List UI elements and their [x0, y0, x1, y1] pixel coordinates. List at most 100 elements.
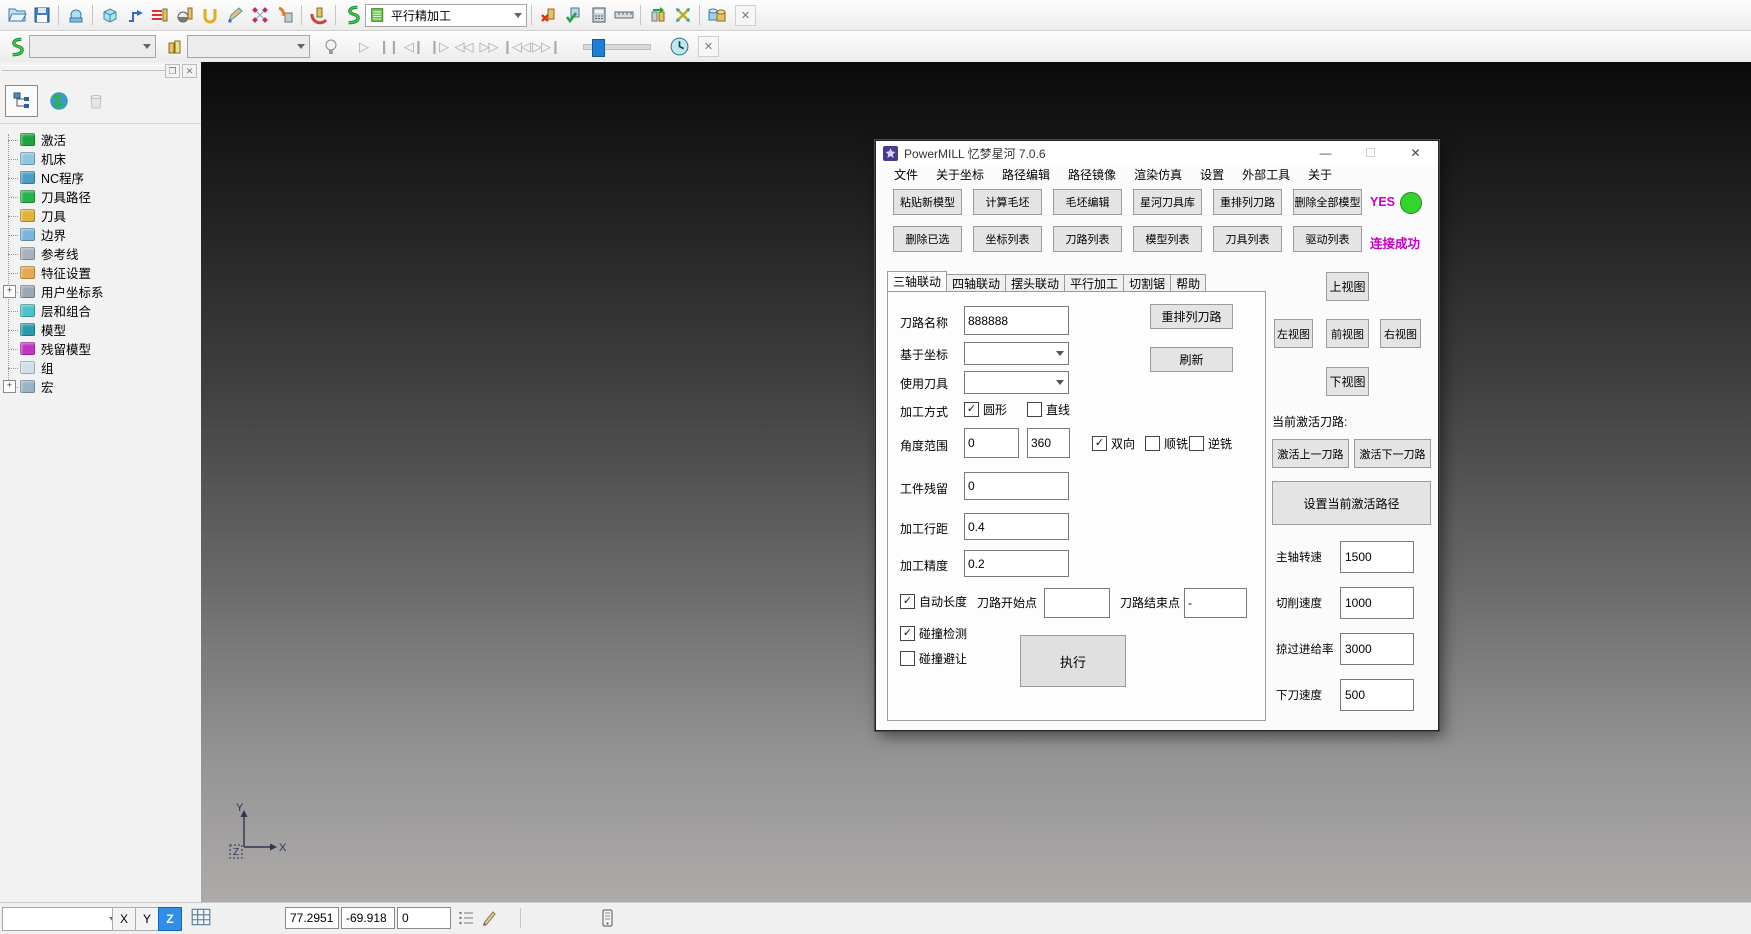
activate-prev-toolpath-button[interactable]: 激活上一刀路 — [1272, 439, 1349, 468]
angle-to-input[interactable] — [1027, 428, 1070, 458]
axis-button[interactable]: Z — [158, 907, 182, 931]
strategy-combobox[interactable]: 平行精加工 — [365, 4, 527, 27]
plugin-logo-icon[interactable] — [340, 3, 365, 27]
clock-icon[interactable] — [667, 35, 692, 59]
speed-input[interactable] — [1340, 633, 1414, 665]
dialog-action-button[interactable]: 驱动列表 — [1293, 226, 1362, 252]
z-levels-icon[interactable] — [147, 3, 172, 27]
view-right-button[interactable]: 右视图 — [1380, 319, 1421, 348]
step-forward-icon[interactable]: ❙▷ — [426, 35, 451, 59]
dialog-tab[interactable]: 帮助 — [1170, 274, 1206, 291]
view-bottom-button[interactable]: 下视图 — [1326, 367, 1369, 396]
measure-icon[interactable] — [611, 3, 636, 27]
stock-remain-input[interactable] — [964, 472, 1069, 500]
stepover-input[interactable] — [964, 513, 1069, 540]
tree-item[interactable]: + 边界 — [2, 225, 201, 244]
tab-trash-view[interactable] — [79, 85, 112, 117]
dialog-toggle-icon[interactable] — [598, 908, 618, 928]
minimize-icon[interactable]: — — [1303, 141, 1348, 165]
collision-avoid-checkbox[interactable]: 碰撞避让 — [900, 650, 967, 667]
auto-length-checkbox[interactable]: 自动长度 — [900, 593, 967, 610]
tool-arc-icon[interactable] — [306, 3, 331, 27]
menu-item[interactable]: 路径镜像 — [1059, 166, 1125, 183]
tree-item[interactable]: + NC程序 — [2, 168, 201, 187]
toolpath-strategy-icon[interactable] — [122, 3, 147, 27]
pause-icon[interactable]: ❙❙ — [376, 35, 401, 59]
go-end-icon[interactable]: ▷▷❙ — [531, 35, 561, 59]
fast-forward-icon[interactable]: ▷▷ — [476, 35, 501, 59]
simulate-pour-icon[interactable] — [272, 3, 297, 27]
print-icon[interactable] — [63, 3, 88, 27]
tab-globe-view[interactable] — [42, 85, 75, 117]
tool-verify-icon[interactable] — [561, 3, 586, 27]
tree-item[interactable]: + 参考线 — [2, 244, 201, 263]
slider-handle[interactable] — [592, 39, 605, 57]
coord-y-input[interactable] — [341, 907, 395, 929]
speed-input[interactable] — [1340, 587, 1414, 619]
coord-base-combobox[interactable] — [964, 342, 1069, 365]
dialog-action-button[interactable]: 星河刀具库 — [1133, 189, 1202, 215]
menu-item[interactable]: 关于 — [1299, 166, 1341, 183]
close-icon[interactable]: ✕ — [735, 5, 756, 26]
dialog-tab[interactable]: 切割锯 — [1123, 274, 1171, 291]
tree-item[interactable]: + 组 — [2, 358, 201, 377]
statusbar-combobox[interactable] — [2, 907, 122, 931]
tool-holder-icon[interactable] — [197, 3, 222, 27]
go-start-icon[interactable]: ❙◁◁ — [501, 35, 531, 59]
pattern-points-icon[interactable] — [247, 3, 272, 27]
tree-item[interactable]: + 层和组合 — [2, 301, 201, 320]
end-point-input[interactable] — [1184, 588, 1247, 618]
dialog-tab[interactable]: 四轴联动 — [946, 274, 1006, 291]
tools-icon[interactable] — [162, 35, 187, 59]
speed-input[interactable] — [1340, 679, 1414, 711]
tree-item[interactable]: + 模型 — [2, 320, 201, 339]
database-icon[interactable] — [704, 3, 729, 27]
dialog-tab[interactable]: 三轴联动 — [887, 271, 947, 291]
step-back-icon[interactable]: ◁❙ — [401, 35, 426, 59]
transform-icon[interactable] — [670, 3, 695, 27]
refresh-button[interactable]: 刷新 — [1150, 347, 1233, 372]
toolpath-combobox[interactable] — [29, 35, 156, 58]
create-block-icon[interactable] — [97, 3, 122, 27]
close-icon[interactable]: ✕ — [1393, 141, 1438, 165]
menu-item[interactable]: 设置 — [1191, 166, 1233, 183]
dialog-tab[interactable]: 摆头联动 — [1005, 274, 1065, 291]
panel-grip[interactable] — [2, 65, 165, 71]
dialog-action-button[interactable]: 删除全部模型 — [1293, 189, 1362, 215]
menu-item[interactable]: 路径编辑 — [993, 166, 1059, 183]
execute-button[interactable]: 执行 — [1020, 635, 1126, 687]
dialog-action-button[interactable]: 模型列表 — [1133, 226, 1202, 252]
tool-swap-icon[interactable] — [645, 3, 670, 27]
dialog-action-button[interactable]: 重排列刀路 — [1213, 189, 1282, 215]
tree-item[interactable]: + 宏 — [2, 377, 201, 396]
tool-tip-icon[interactable] — [172, 3, 197, 27]
open-file-icon[interactable] — [4, 3, 29, 27]
calculator-icon[interactable] — [586, 3, 611, 27]
dialog-action-button[interactable]: 粘贴新模型 — [893, 189, 962, 215]
checkbox-option[interactable]: 顺铣 — [1145, 435, 1188, 452]
expand-icon[interactable]: + — [3, 380, 16, 393]
coord-z-input[interactable] — [397, 907, 451, 929]
menu-item[interactable]: 关于坐标 — [927, 166, 993, 183]
view-top-button[interactable]: 上视图 — [1326, 272, 1369, 301]
save-icon[interactable] — [29, 3, 54, 27]
view-front-button[interactable]: 前视图 — [1326, 319, 1369, 348]
tree-item[interactable]: + 激活 — [2, 130, 201, 149]
edit-toolpath-icon[interactable] — [222, 3, 247, 27]
start-point-input[interactable] — [1044, 588, 1110, 618]
activate-next-toolpath-button[interactable]: 激活下一刀路 — [1354, 439, 1431, 468]
dialog-action-button[interactable]: 毛坯编辑 — [1053, 189, 1122, 215]
expand-icon[interactable]: + — [3, 285, 16, 298]
tree-item[interactable]: + 机床 — [2, 149, 201, 168]
speed-input[interactable] — [1340, 541, 1414, 573]
maximize-icon[interactable]: ☐ — [1348, 141, 1393, 165]
draw-cursor-icon[interactable] — [481, 909, 498, 926]
dialog-action-button[interactable]: 删除已选 — [893, 226, 962, 252]
dialog-tab[interactable]: 平行加工 — [1064, 274, 1124, 291]
simulation-speed-slider[interactable] — [583, 44, 651, 50]
panel-float-icon[interactable]: ❐ — [165, 64, 180, 78]
axis-button[interactable]: X — [112, 907, 136, 931]
checkbox-option[interactable]: 直线 — [1027, 401, 1070, 418]
dialog-action-button[interactable]: 计算毛坯 — [973, 189, 1042, 215]
play-icon[interactable]: ▷ — [351, 35, 376, 59]
